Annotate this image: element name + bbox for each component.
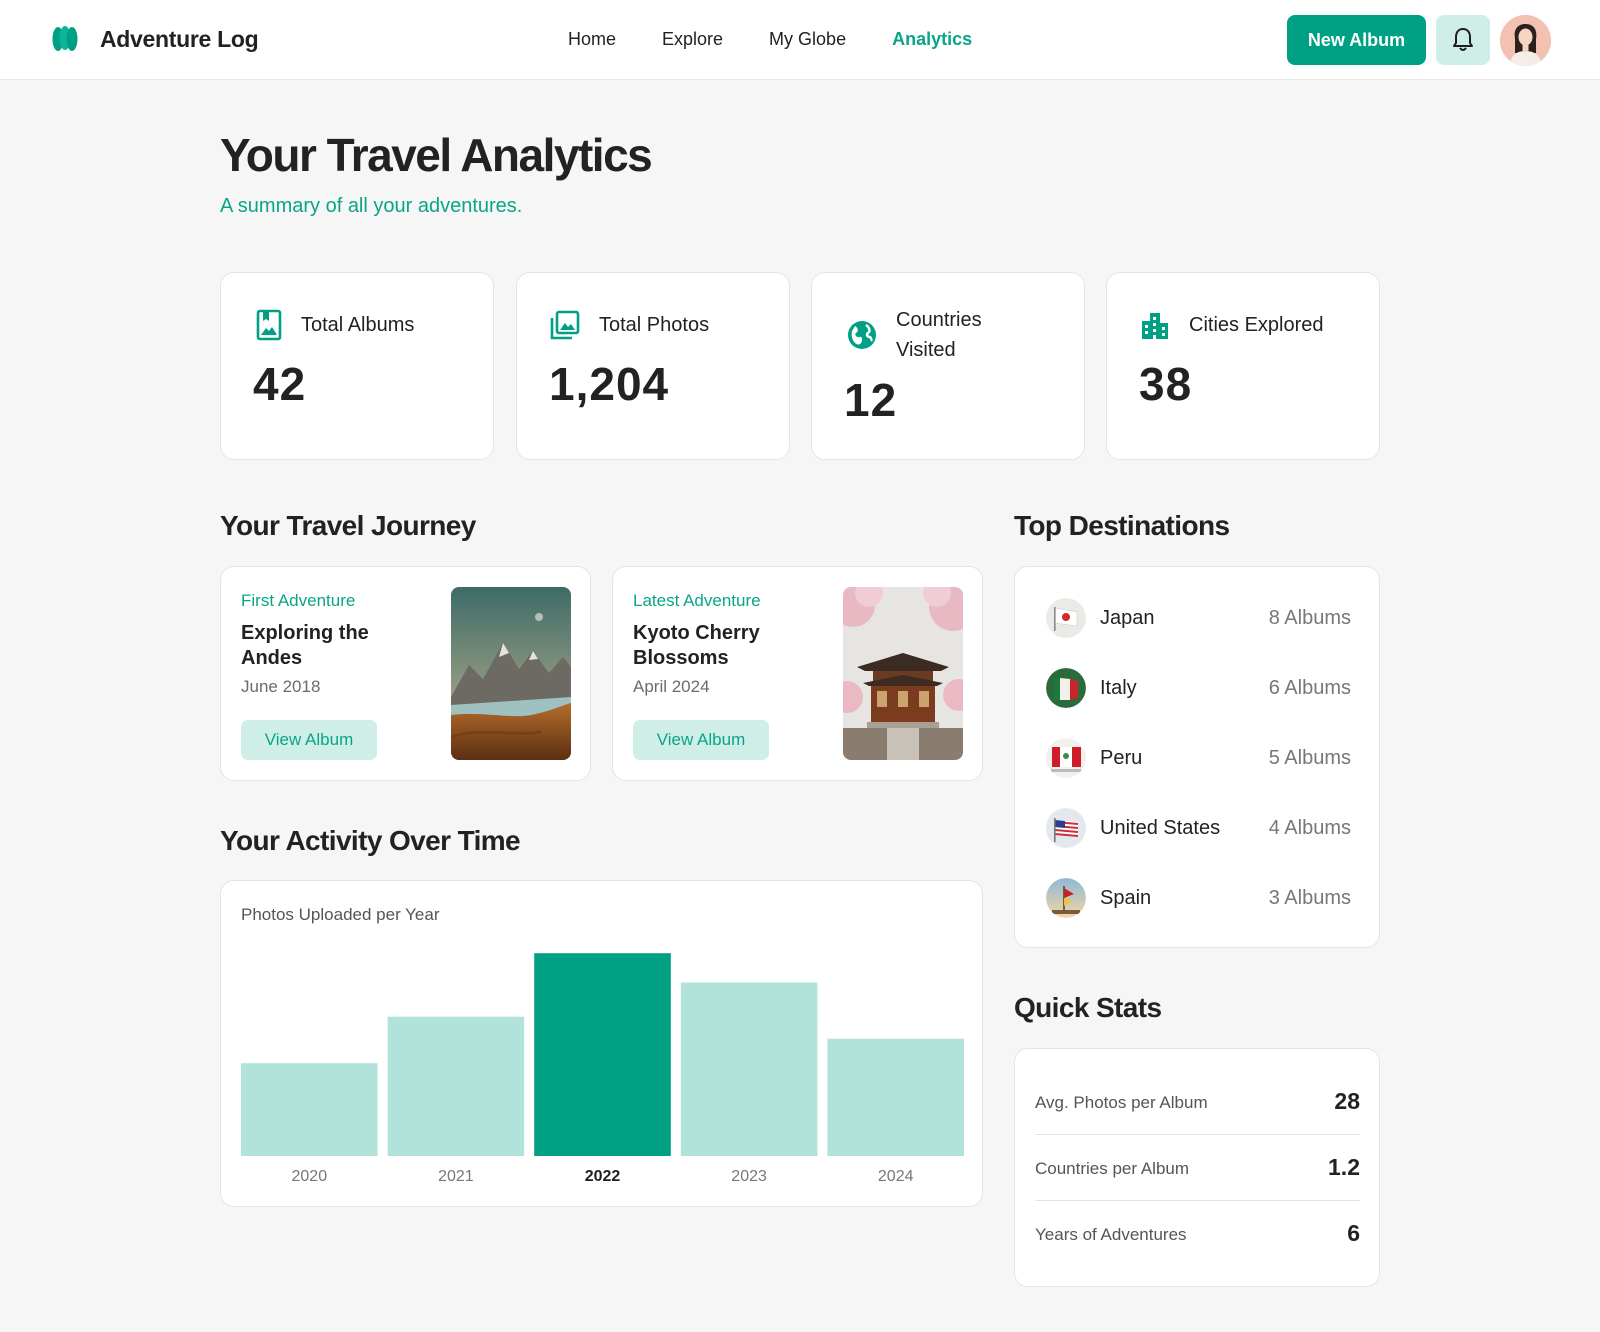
destination-name: Italy bbox=[1100, 677, 1137, 699]
nav-home[interactable]: Home bbox=[568, 29, 616, 50]
quick-stat-row: Countries per Album 1.2 bbox=[1035, 1135, 1360, 1201]
x-tick-label-2020: 2020 bbox=[292, 1168, 328, 1185]
bar-2020[interactable] bbox=[241, 1063, 378, 1156]
quick-stat-label: Countries per Album bbox=[1035, 1159, 1190, 1178]
brand-name: Adventure Log bbox=[100, 25, 259, 52]
destination-row-italy[interactable]: Italy 6 Albums bbox=[1046, 668, 1351, 708]
peru-flag-icon bbox=[1046, 738, 1086, 778]
photos-per-year-chart: Photos Uploaded per Year 2020 2021 2022 202… bbox=[220, 880, 983, 1207]
stat-value: 12 bbox=[844, 374, 898, 426]
destination-count: 3 Albums bbox=[1268, 887, 1351, 909]
city-icon bbox=[1142, 313, 1168, 339]
quick-stat-row: Avg. Photos per Album 28 bbox=[1035, 1069, 1360, 1135]
user-portrait-icon bbox=[1500, 15, 1551, 66]
journey-section-title: Your Travel Journey bbox=[220, 510, 476, 541]
andes-photo[interactable] bbox=[451, 587, 571, 760]
bar-chart-svg: 2020 2021 2022 2023 2024 bbox=[241, 953, 964, 1185]
bar-2023[interactable] bbox=[680, 982, 818, 1156]
quick-stats-section-title: Quick Stats bbox=[1014, 992, 1162, 1023]
user-avatar[interactable] bbox=[1500, 15, 1551, 66]
journey-tag: Latest Adventure bbox=[633, 591, 761, 610]
journey-card-latest: Latest Adventure Kyoto Cherry Blossoms A… bbox=[612, 566, 983, 781]
stat-header: Cities Explored bbox=[1139, 309, 1324, 341]
view-album-button[interactable]: View Album bbox=[241, 720, 377, 760]
destination-row-peru[interactable]: Peru 5 Albums bbox=[1046, 738, 1351, 778]
stat-card-total-albums: Total Albums 42 bbox=[220, 272, 494, 460]
page-subtitle: A summary of all your adventures. bbox=[220, 195, 523, 217]
stat-label: Total Albums bbox=[301, 314, 415, 336]
top-destinations-card: Japan 8 Albums Italy 6 Albums Peru 5 Alb… bbox=[1014, 566, 1380, 948]
bar-2021[interactable] bbox=[387, 1016, 525, 1156]
bell-icon bbox=[1453, 28, 1473, 51]
album-icon bbox=[256, 309, 282, 341]
japan-flag-icon bbox=[1046, 598, 1086, 638]
new-album-button[interactable]: New Album bbox=[1287, 15, 1426, 65]
x-tick-label-2021: 2021 bbox=[438, 1168, 474, 1185]
destination-row-spain[interactable]: Spain 3 Albums bbox=[1046, 878, 1351, 918]
quick-stat-label: Years of Adventures bbox=[1035, 1225, 1187, 1244]
mountain-lake-image bbox=[451, 587, 571, 760]
stat-value: 42 bbox=[253, 358, 307, 410]
destination-name: Peru bbox=[1100, 747, 1143, 769]
stat-value: 38 bbox=[1139, 358, 1193, 410]
nav-my-globe[interactable]: My Globe bbox=[769, 29, 846, 50]
journey-date: June 2018 bbox=[241, 677, 321, 696]
view-album-button[interactable]: View Album bbox=[633, 720, 769, 760]
usa-flag-icon bbox=[1046, 808, 1086, 848]
temple-blossoms-image bbox=[843, 587, 963, 760]
stat-header: Total Photos bbox=[549, 309, 709, 341]
destination-name: Spain bbox=[1100, 887, 1152, 909]
notifications-button[interactable] bbox=[1436, 15, 1490, 65]
journey-tag: First Adventure bbox=[241, 591, 356, 610]
x-tick-label-2024: 2024 bbox=[878, 1168, 914, 1185]
bar-2022[interactable] bbox=[534, 953, 671, 1156]
globe-icon bbox=[848, 321, 876, 349]
destination-row-united-states[interactable]: United States 4 Albums bbox=[1046, 808, 1351, 848]
top-navigation-bar: Adventure Log Home Explore My Globe Anal… bbox=[0, 0, 1600, 80]
destination-row-japan[interactable]: Japan 8 Albums bbox=[1046, 598, 1351, 638]
kyoto-photo[interactable] bbox=[843, 587, 963, 760]
destination-count: 8 Albums bbox=[1268, 607, 1351, 629]
activity-section-title: Your Activity Over Time bbox=[220, 825, 521, 856]
journey-title: Exploring the Andes bbox=[241, 622, 369, 669]
x-tick-label-2023: 2023 bbox=[731, 1168, 767, 1185]
main-nav: Home Explore My Globe Analytics bbox=[568, 29, 972, 50]
brand[interactable]: Adventure Log bbox=[52, 24, 259, 54]
destination-name: United States bbox=[1100, 817, 1221, 839]
destination-count: 4 Albums bbox=[1268, 817, 1351, 839]
spain-flag-icon bbox=[1046, 878, 1086, 918]
quick-stats-card: Avg. Photos per Album 28 Countries per A… bbox=[1014, 1048, 1380, 1287]
nav-analytics[interactable]: Analytics bbox=[892, 29, 972, 50]
destinations-section-title: Top Destinations bbox=[1014, 510, 1230, 541]
stat-value: 1,204 bbox=[549, 358, 670, 410]
page-title: Your Travel Analytics bbox=[220, 129, 653, 181]
journey-date: April 2024 bbox=[633, 677, 710, 696]
italy-flag-icon bbox=[1046, 668, 1086, 708]
stat-card-countries-visited: Countries Visited 12 bbox=[811, 272, 1085, 460]
logo-icon bbox=[52, 26, 78, 51]
quick-stat-value: 6 bbox=[1347, 1220, 1360, 1246]
destination-name: Japan bbox=[1100, 607, 1155, 629]
stat-header: Countries Visited bbox=[846, 305, 1026, 365]
stat-label: Cities Explored bbox=[1189, 314, 1324, 336]
journey-card-first: First Adventure Exploring the Andes June… bbox=[220, 566, 591, 781]
destination-count: 6 Albums bbox=[1268, 677, 1351, 699]
photos-icon bbox=[550, 310, 580, 340]
stat-label: Total Photos bbox=[599, 314, 710, 336]
stat-card-cities-explored: Cities Explored 38 bbox=[1106, 272, 1380, 460]
quick-stat-row: Years of Adventures 6 bbox=[1035, 1201, 1360, 1267]
quick-stat-label: Avg. Photos per Album bbox=[1035, 1093, 1208, 1112]
destination-count: 5 Albums bbox=[1268, 747, 1351, 769]
quick-stat-value: 1.2 bbox=[1328, 1154, 1360, 1180]
nav-explore[interactable]: Explore bbox=[662, 29, 723, 50]
stat-card-total-photos: Total Photos 1,204 bbox=[516, 272, 790, 460]
journey-title: Kyoto Cherry Blossoms bbox=[633, 622, 760, 669]
x-tick-label-2022: 2022 bbox=[585, 1168, 621, 1185]
stat-header: Total Albums bbox=[255, 309, 414, 341]
bar-2024[interactable] bbox=[827, 1038, 964, 1156]
stat-label: Countries Visited bbox=[896, 309, 982, 361]
quick-stat-value: 28 bbox=[1334, 1088, 1360, 1114]
